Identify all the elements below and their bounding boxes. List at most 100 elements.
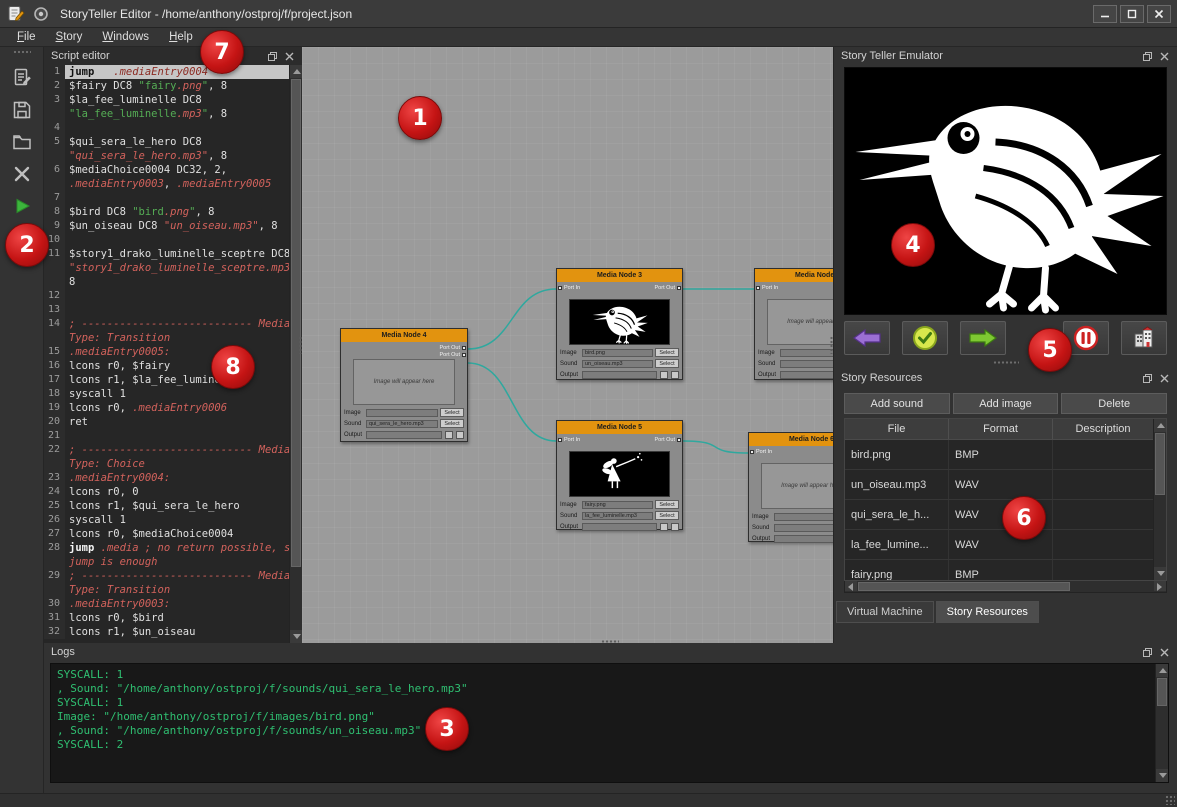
home-button[interactable] bbox=[1121, 321, 1167, 355]
code-line[interactable]: lcons r0, $mediaChoice0004 bbox=[65, 527, 289, 541]
scroll-down-arrow[interactable] bbox=[1154, 567, 1167, 580]
close-dock-icon[interactable] bbox=[1158, 646, 1170, 658]
node-mini-button[interactable] bbox=[445, 431, 453, 439]
code-line[interactable]: .mediaEntry0005: bbox=[65, 345, 289, 359]
node-select-button[interactable]: Select bbox=[655, 511, 679, 520]
code-line[interactable] bbox=[65, 233, 289, 247]
close-dock-icon[interactable] bbox=[1158, 50, 1170, 62]
run-button[interactable] bbox=[6, 191, 38, 221]
node-mini-button[interactable] bbox=[671, 371, 679, 379]
media-node[interactable]: Media Node 4Port OutPort OutImage will a… bbox=[340, 328, 468, 442]
table-row[interactable]: un_oiseau.mp3WAV bbox=[845, 470, 1153, 500]
code-line[interactable]: $qui_sera_le_hero DC8 bbox=[65, 135, 289, 149]
code-line[interactable]: syscall 1 bbox=[65, 513, 289, 527]
column-header[interactable]: Format bbox=[949, 419, 1053, 439]
scroll-down-arrow[interactable] bbox=[1156, 769, 1169, 782]
code-line[interactable]: lcons r0, 0 bbox=[65, 485, 289, 499]
tab-virtual-machine[interactable]: Virtual Machine bbox=[836, 601, 934, 623]
code-line[interactable]: ; --------------------------- Media node bbox=[65, 317, 289, 331]
splitter-handle[interactable] bbox=[601, 640, 619, 643]
code-line[interactable]: jump .media ; no return possible, so a bbox=[65, 541, 289, 555]
float-dock-icon[interactable] bbox=[266, 50, 278, 62]
code-line[interactable]: lcons r0, $fairy bbox=[65, 359, 289, 373]
code-line[interactable]: "story1_drako_luminelle_sceptre.mp3", bbox=[65, 261, 289, 275]
menu-file[interactable]: File bbox=[8, 29, 45, 45]
code-line[interactable] bbox=[65, 429, 289, 443]
close-dock-icon[interactable] bbox=[1158, 372, 1170, 384]
minimize-button[interactable] bbox=[1093, 5, 1117, 23]
script-editor-content[interactable]: 1jump .mediaEntry00042$fairy DC8 "fairy.… bbox=[44, 65, 289, 643]
save-button[interactable] bbox=[6, 95, 38, 125]
node-mini-button[interactable] bbox=[456, 431, 464, 439]
port-in[interactable]: Port In bbox=[750, 448, 772, 455]
code-line[interactable]: lcons r1, $un_oiseau bbox=[65, 625, 289, 639]
scroll-left-arrow[interactable] bbox=[845, 581, 857, 591]
port-in[interactable]: Port In bbox=[756, 284, 778, 291]
code-line[interactable] bbox=[65, 289, 289, 303]
column-header[interactable]: Description bbox=[1053, 419, 1153, 439]
logs-output[interactable]: SYSCALL: 1, Sound: "/home/anthony/ostpro… bbox=[50, 663, 1169, 783]
table-row[interactable]: fairy.pngBMP bbox=[845, 560, 1153, 581]
code-line[interactable]: $la_fee_luminelle DC8 bbox=[65, 93, 289, 107]
dock-splitter[interactable] bbox=[834, 355, 1177, 369]
table-hscrollbar[interactable] bbox=[844, 581, 1167, 593]
port-out[interactable]: Port Out bbox=[655, 436, 681, 443]
title-bar[interactable]: StoryTeller Editor - /home/anthony/ostpr… bbox=[0, 0, 1177, 28]
node-mini-button[interactable] bbox=[660, 523, 668, 531]
menu-story[interactable]: Story bbox=[47, 29, 92, 45]
code-line[interactable]: lcons r1, $la_fee_luminelle bbox=[65, 373, 289, 387]
code-line[interactable]: lcons r1, $qui_sera_le_hero bbox=[65, 499, 289, 513]
code-line[interactable]: $fairy DC8 "fairy.png", 8 bbox=[65, 79, 289, 93]
code-line[interactable]: lcons r0, .mediaEntry0006 bbox=[65, 401, 289, 415]
new-script-button[interactable] bbox=[6, 63, 38, 93]
next-button[interactable] bbox=[960, 321, 1006, 355]
validate-button[interactable] bbox=[902, 321, 948, 355]
media-node[interactable]: Media Node 5Port InPort OutImagefairy.pn… bbox=[556, 420, 683, 530]
code-line[interactable]: 8 bbox=[65, 275, 289, 289]
scroll-up-arrow[interactable] bbox=[290, 65, 302, 78]
code-line[interactable]: jump is enough bbox=[65, 555, 289, 569]
splitter-handle[interactable] bbox=[830, 336, 833, 354]
code-line[interactable]: .mediaEntry0004: bbox=[65, 471, 289, 485]
script-editor-scrollbar[interactable] bbox=[289, 65, 302, 643]
menu-windows[interactable]: Windows bbox=[93, 29, 158, 45]
node-select-button[interactable]: Select bbox=[655, 359, 679, 368]
code-line[interactable]: $mediaChoice0004 DC32, 2, bbox=[65, 163, 289, 177]
add-sound-button[interactable]: Add sound bbox=[844, 393, 950, 414]
close-button[interactable] bbox=[1147, 5, 1171, 23]
scroll-up-arrow[interactable] bbox=[1156, 664, 1169, 677]
scroll-thumb[interactable] bbox=[291, 79, 301, 567]
code-line[interactable]: .mediaEntry0003: bbox=[65, 597, 289, 611]
port-out[interactable]: Port Out bbox=[440, 351, 466, 358]
maximize-button[interactable] bbox=[1120, 5, 1144, 23]
port-out[interactable]: Port Out bbox=[655, 284, 681, 291]
node-mini-button[interactable] bbox=[660, 371, 668, 379]
tab-story-resources[interactable]: Story Resources bbox=[936, 601, 1039, 623]
port-in[interactable]: Port In bbox=[558, 436, 580, 443]
code-line[interactable]: Type: Transition bbox=[65, 583, 289, 597]
add-image-button[interactable]: Add image bbox=[953, 393, 1059, 414]
close-dock-icon[interactable] bbox=[283, 50, 295, 62]
code-line[interactable]: $un_oiseau DC8 "un_oiseau.mp3", 8 bbox=[65, 219, 289, 233]
scroll-thumb[interactable] bbox=[858, 582, 1070, 591]
code-line[interactable]: "la_fee_luminelle.mp3", 8 bbox=[65, 107, 289, 121]
open-button[interactable] bbox=[6, 127, 38, 157]
table-scrollbar[interactable] bbox=[1153, 419, 1166, 580]
table-row[interactable]: bird.pngBMP bbox=[845, 440, 1153, 470]
scroll-up-arrow[interactable] bbox=[1154, 419, 1167, 432]
delete-button[interactable] bbox=[6, 159, 38, 189]
menu-help[interactable]: Help bbox=[160, 29, 202, 45]
node-select-button[interactable]: Select bbox=[655, 500, 679, 509]
float-dock-icon[interactable] bbox=[1141, 50, 1153, 62]
node-select-button[interactable]: Select bbox=[440, 419, 464, 428]
table-row[interactable]: la_fee_lumine...WAV bbox=[845, 530, 1153, 560]
scroll-down-arrow[interactable] bbox=[290, 630, 302, 643]
code-line[interactable]: ; --------------------------- Media node bbox=[65, 443, 289, 457]
previous-button[interactable] bbox=[844, 321, 890, 355]
code-line[interactable] bbox=[65, 191, 289, 205]
code-line[interactable] bbox=[65, 121, 289, 135]
port-in[interactable]: Port In bbox=[558, 284, 580, 291]
code-line[interactable]: ; --------------------------- Media node bbox=[65, 569, 289, 583]
code-line[interactable]: $bird DC8 "bird.png", 8 bbox=[65, 205, 289, 219]
toolbar-grip[interactable] bbox=[13, 50, 31, 54]
